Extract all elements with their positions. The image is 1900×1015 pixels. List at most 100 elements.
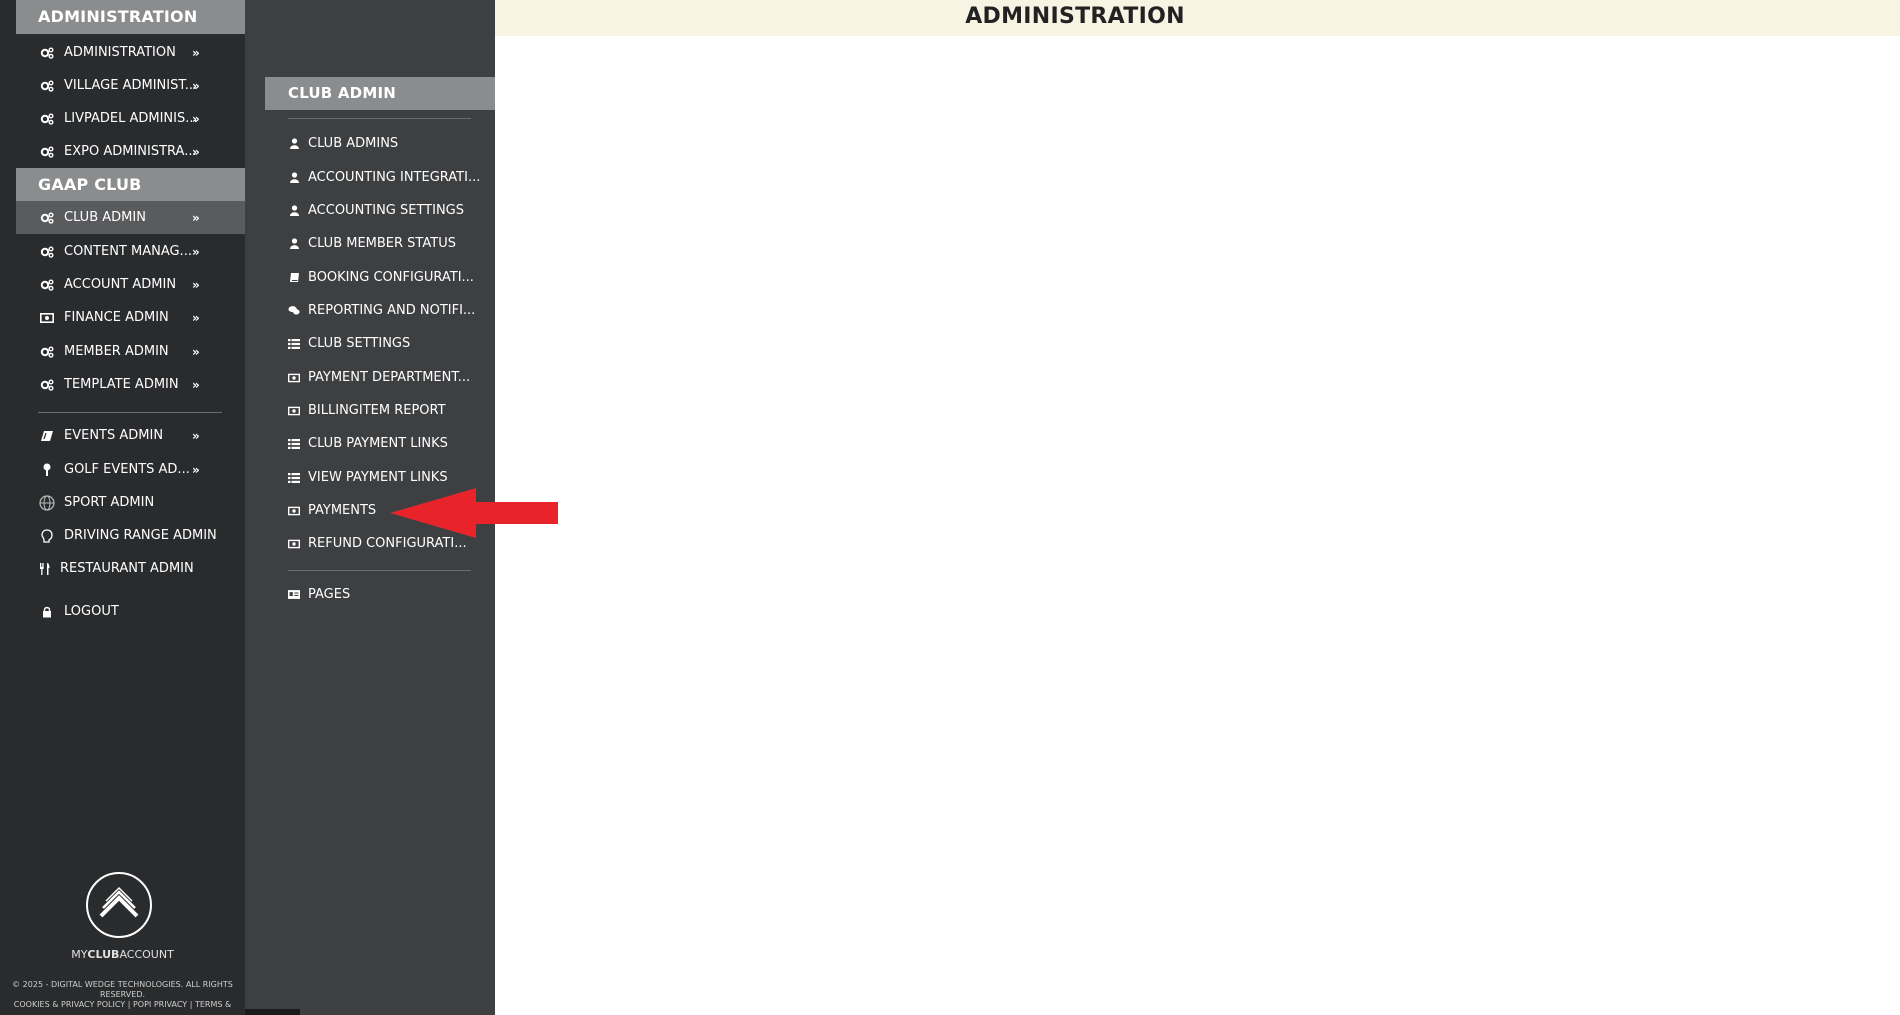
- submenu-item-label: BOOKING CONFIGURATI...: [308, 270, 474, 285]
- comments-icon: [288, 305, 300, 316]
- globe-icon: [38, 494, 56, 511]
- submenu-item-label: PAYMENTS: [308, 503, 377, 518]
- money-icon: [288, 406, 300, 416]
- submenu-item-label: VIEW PAYMENT LINKS: [308, 470, 448, 485]
- submenu-item-label: REFUND CONFIGURATI...: [308, 536, 467, 551]
- main-sidebar: ADMINISTRATION ADMINISTRATION » VILLAGE …: [0, 0, 245, 1015]
- submenu-item-pages[interactable]: PAGES: [288, 578, 488, 611]
- cutlery-icon: [36, 562, 54, 576]
- gears-icon: [38, 346, 56, 358]
- submenu-divider: [288, 118, 471, 119]
- sidebar-item-label: LOGOUT: [64, 604, 119, 619]
- submenu-item-club-settings[interactable]: CLUB SETTINGS: [288, 327, 488, 360]
- section-header-administration: ADMINISTRATION: [16, 0, 245, 34]
- chevron-right-icon: »: [192, 377, 200, 392]
- sidebar-item-driving-range-admin[interactable]: DRIVING RANGE ADMIN: [16, 519, 245, 552]
- sidebar-item-account-admin[interactable]: ACCOUNT ADMIN »: [16, 268, 245, 301]
- sidebar-item-label: MEMBER ADMIN: [64, 344, 169, 359]
- sidebar-item-livpadel-administration[interactable]: LIVPADEL ADMINIS... »: [16, 102, 245, 135]
- chevron-right-icon: »: [192, 45, 200, 60]
- chevron-right-icon: »: [192, 244, 200, 259]
- brain-icon: [38, 528, 56, 543]
- submenu-item-reporting-notifications[interactable]: REPORTING AND NOTIFI...: [288, 294, 488, 327]
- sidebar-item-restaurant-admin[interactable]: RESTAURANT ADMIN: [16, 552, 245, 585]
- submenu-item-label: CLUB MEMBER STATUS: [308, 236, 456, 251]
- submenu-divider: [288, 570, 471, 571]
- sidebar-item-events-admin[interactable]: EVENTS ADMIN »: [16, 419, 245, 452]
- sidebar-item-label: LIVPADEL ADMINIS...: [64, 111, 198, 126]
- sidebar-item-village-administration[interactable]: VILLAGE ADMINIST... »: [16, 69, 245, 102]
- submenu-item-payment-departments[interactable]: PAYMENT DEPARTMENT...: [288, 361, 488, 394]
- user-icon: [288, 138, 300, 149]
- submenu-item-label: BILLINGITEM REPORT: [308, 403, 446, 418]
- lock-icon: [38, 606, 56, 618]
- footer-links[interactable]: COOKIES & PRIVACY POLICY | POPI PRIVACY …: [0, 1000, 245, 1010]
- list-icon: [288, 338, 300, 349]
- golf-tee-icon: [38, 463, 56, 476]
- sidebar-item-label: FINANCE ADMIN: [64, 310, 169, 325]
- sidebar-item-logout[interactable]: LOGOUT: [16, 595, 245, 628]
- submenu-item-label: ACCOUNTING INTEGRATI...: [308, 170, 481, 185]
- chevron-right-icon: »: [192, 111, 200, 126]
- section-header-gaap-club: GAAP CLUB: [16, 168, 245, 202]
- sidebar-item-member-admin[interactable]: MEMBER ADMIN »: [16, 335, 245, 368]
- user-icon: [288, 205, 300, 216]
- submenu-item-club-admins[interactable]: CLUB ADMINS: [288, 127, 488, 160]
- submenu-item-label: REPORTING AND NOTIFI...: [308, 303, 476, 318]
- submenu-item-label: CLUB SETTINGS: [308, 336, 411, 351]
- money-icon: [288, 539, 300, 549]
- sidebar-item-label: EVENTS ADMIN: [64, 428, 164, 443]
- chevron-right-icon: »: [192, 78, 200, 93]
- id-card-icon: [288, 589, 300, 600]
- top-header-bar: ADMINISTRATION: [495, 0, 1900, 36]
- sidebar-item-template-admin[interactable]: TEMPLATE ADMIN »: [16, 368, 245, 401]
- sidebar-item-sport-admin[interactable]: SPORT ADMIN: [16, 486, 245, 519]
- chevron-right-icon: »: [192, 428, 200, 443]
- bottom-scroll-indicator: [245, 1009, 300, 1015]
- chevron-right-icon: »: [192, 344, 200, 359]
- sidebar-item-administration[interactable]: ADMINISTRATION »: [16, 36, 245, 69]
- logo-text-my: MY: [71, 948, 88, 961]
- sidebar-item-label: TEMPLATE ADMIN: [64, 377, 179, 392]
- sidebar-item-label: SPORT ADMIN: [64, 495, 155, 510]
- list-icon: [288, 472, 300, 483]
- sidebar-item-label: VILLAGE ADMINIST...: [64, 78, 198, 93]
- gears-icon: [38, 379, 56, 391]
- sidebar-item-content-management[interactable]: CONTENT MANAG... »: [16, 235, 245, 268]
- gears-icon: [38, 80, 56, 92]
- submenu-item-booking-configuration[interactable]: BOOKING CONFIGURATI...: [288, 261, 488, 294]
- footer-copyright: © 2025 - DIGITAL WEDGE TECHNOLOGIES. ALL…: [12, 980, 233, 989]
- logo-wordmark: MYCLUBACCOUNT: [0, 948, 245, 961]
- chevron-right-icon: »: [192, 462, 200, 477]
- submenu-item-label: ACCOUNTING SETTINGS: [308, 203, 464, 218]
- submenu-title: CLUB ADMIN: [265, 77, 495, 110]
- chevron-right-icon: »: [192, 210, 200, 225]
- sidebar-item-label: ADMINISTRATION: [64, 45, 176, 60]
- sidebar-item-label: EXPO ADMINISTRA...: [64, 144, 197, 159]
- sidebar-item-label: CONTENT MANAG...: [64, 244, 192, 259]
- submenu-item-accounting-settings[interactable]: ACCOUNTING SETTINGS: [288, 194, 488, 227]
- submenu-item-club-payment-links[interactable]: CLUB PAYMENT LINKS: [288, 427, 488, 460]
- money-icon: [288, 373, 300, 383]
- submenu-item-label: CLUB PAYMENT LINKS: [308, 436, 448, 451]
- ticket-icon: [38, 430, 56, 442]
- gears-icon: [38, 146, 56, 158]
- sidebar-item-expo-administration[interactable]: EXPO ADMINISTRA... »: [16, 135, 245, 168]
- user-icon: [288, 172, 300, 183]
- submenu-item-billingitem-report[interactable]: BILLINGITEM REPORT: [288, 394, 488, 427]
- submenu-item-club-member-status[interactable]: CLUB MEMBER STATUS: [288, 227, 488, 260]
- sidebar-item-label: CLUB ADMIN: [64, 210, 146, 225]
- page-title: ADMINISTRATION: [965, 4, 1185, 29]
- sidebar-item-finance-admin[interactable]: FINANCE ADMIN »: [16, 301, 245, 334]
- gears-icon: [38, 279, 56, 291]
- sidebar-item-golf-events-admin[interactable]: GOLF EVENTS AD... »: [16, 453, 245, 486]
- logo-text-account: ACCOUNT: [119, 948, 174, 961]
- gears-icon: [38, 246, 56, 258]
- submenu-item-accounting-integration[interactable]: ACCOUNTING INTEGRATI...: [288, 161, 488, 194]
- chevron-right-icon: »: [192, 277, 200, 292]
- submenu-item-label: PAGES: [308, 587, 351, 602]
- sidebar-item-club-admin[interactable]: CLUB ADMIN »: [16, 201, 245, 234]
- logo-text-club: CLUB: [87, 948, 120, 961]
- gears-icon: [38, 212, 56, 224]
- gears-icon: [38, 47, 56, 59]
